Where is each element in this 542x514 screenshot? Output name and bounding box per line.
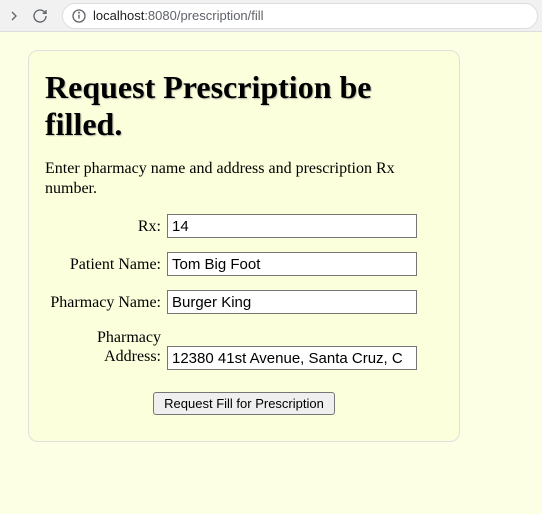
- url-bar[interactable]: localhost:8080/prescription/fill: [62, 3, 538, 29]
- rx-input[interactable]: [167, 214, 417, 238]
- label-rx: Rx:: [45, 217, 167, 236]
- form-row-patient-name: Patient Name:: [45, 252, 443, 276]
- submit-row: Request Fill for Prescription: [45, 392, 443, 415]
- form-row-rx: Rx:: [45, 214, 443, 238]
- url-text: localhost:8080/prescription/fill: [93, 8, 264, 23]
- pharmacy-name-input[interactable]: [167, 290, 417, 314]
- forward-icon[interactable]: [4, 6, 24, 26]
- label-pharmacy-address: Pharmacy Address:: [45, 328, 167, 366]
- label-patient-name: Patient Name:: [45, 255, 167, 274]
- reload-icon[interactable]: [30, 6, 50, 26]
- submit-button[interactable]: Request Fill for Prescription: [153, 392, 335, 415]
- pharmacy-address-input[interactable]: [167, 346, 417, 370]
- label-pharmacy-name: Pharmacy Name:: [45, 293, 167, 312]
- info-icon: [71, 8, 87, 24]
- page-body: Request Prescription be filled. Enter ph…: [0, 32, 542, 514]
- form-row-pharmacy-name: Pharmacy Name:: [45, 290, 443, 314]
- page-title: Request Prescription be filled.: [45, 69, 443, 143]
- page-subtitle: Enter pharmacy name and address and pres…: [45, 159, 443, 201]
- form-card: Request Prescription be filled. Enter ph…: [28, 50, 460, 442]
- form-row-pharmacy-address: Pharmacy Address:: [45, 328, 443, 370]
- patient-name-input[interactable]: [167, 252, 417, 276]
- browser-toolbar: localhost:8080/prescription/fill: [0, 0, 542, 32]
